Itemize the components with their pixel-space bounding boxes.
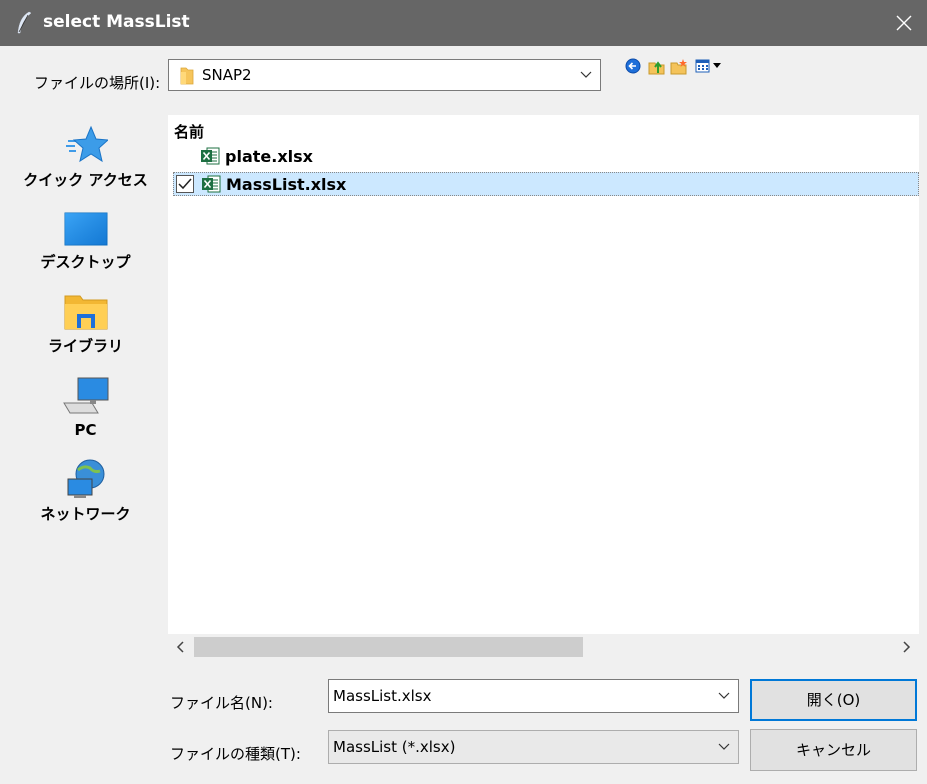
star-icon bbox=[65, 125, 108, 163]
place-label: PC bbox=[74, 421, 97, 439]
excel-file-icon bbox=[202, 175, 221, 193]
checkbox-checked-icon[interactable] bbox=[176, 175, 194, 193]
new-folder-button[interactable] bbox=[670, 58, 688, 76]
place-quick-access[interactable]: クイック アクセス bbox=[14, 125, 157, 190]
desktop-icon bbox=[64, 212, 107, 246]
list-item[interactable]: plate.xlsx bbox=[173, 145, 919, 169]
lookin-value: SNAP2 bbox=[202, 66, 252, 84]
back-button[interactable] bbox=[625, 58, 643, 76]
back-icon bbox=[625, 58, 641, 74]
lookin-combo[interactable]: SNAP2 bbox=[168, 59, 601, 91]
folder-icon bbox=[180, 67, 194, 85]
lookin-label: ファイルの場所(I): bbox=[34, 74, 161, 92]
place-label: ネットワーク bbox=[40, 505, 131, 523]
filename-input[interactable]: MassList.xlsx bbox=[328, 679, 739, 713]
file-list[interactable]: 名前 plate.xlsx MassList.xlsx bbox=[168, 115, 919, 658]
chevron-down-icon[interactable] bbox=[718, 743, 730, 751]
title-bar: select MassList bbox=[0, 0, 927, 46]
scroll-right-icon[interactable] bbox=[903, 641, 911, 653]
excel-file-icon bbox=[201, 147, 220, 165]
place-desktop[interactable]: デスクトップ bbox=[14, 211, 157, 272]
up-folder-icon bbox=[648, 61, 665, 75]
place-pc[interactable]: PC bbox=[14, 377, 157, 439]
computer-icon bbox=[62, 377, 108, 414]
filename-value: MassList.xlsx bbox=[333, 687, 432, 705]
scroll-left-icon[interactable] bbox=[176, 641, 184, 653]
horizontal-scrollbar[interactable] bbox=[168, 634, 919, 660]
filename-label: ファイル名(N): bbox=[170, 694, 273, 712]
column-header-name[interactable]: 名前 bbox=[174, 121, 204, 142]
cancel-button[interactable]: キャンセル bbox=[750, 729, 917, 771]
place-label: ライブラリ bbox=[47, 337, 123, 355]
close-button[interactable] bbox=[881, 0, 927, 46]
library-folder-icon bbox=[64, 295, 107, 330]
filetype-select[interactable]: MassList (*.xlsx) bbox=[328, 730, 739, 764]
file-name: plate.xlsx bbox=[225, 147, 313, 166]
places-bar: クイック アクセス デスクトップ ライブラリ PC ネットワーク bbox=[14, 115, 157, 781]
filetype-label: ファイルの種類(T): bbox=[170, 745, 301, 763]
file-name: MassList.xlsx bbox=[226, 175, 347, 194]
place-library[interactable]: ライブラリ bbox=[14, 293, 157, 356]
view-menu-button[interactable] bbox=[695, 58, 727, 76]
close-icon bbox=[896, 15, 912, 31]
open-button[interactable]: 開く(O) bbox=[750, 679, 917, 721]
view-menu-icon bbox=[695, 59, 721, 73]
window-title: select MassList bbox=[43, 12, 190, 32]
place-label: クイック アクセス bbox=[23, 171, 148, 189]
chevron-down-icon bbox=[580, 71, 592, 78]
scrollbar-thumb[interactable] bbox=[194, 637, 583, 657]
new-folder-icon bbox=[670, 59, 687, 75]
network-icon bbox=[67, 459, 104, 498]
up-folder-button[interactable] bbox=[648, 58, 666, 76]
list-item[interactable]: MassList.xlsx bbox=[173, 172, 919, 196]
chevron-down-icon[interactable] bbox=[718, 692, 730, 700]
place-label: デスクトップ bbox=[40, 253, 131, 271]
filetype-value: MassList (*.xlsx) bbox=[333, 738, 456, 756]
feather-icon bbox=[17, 11, 32, 34]
place-network[interactable]: ネットワーク bbox=[14, 459, 157, 524]
